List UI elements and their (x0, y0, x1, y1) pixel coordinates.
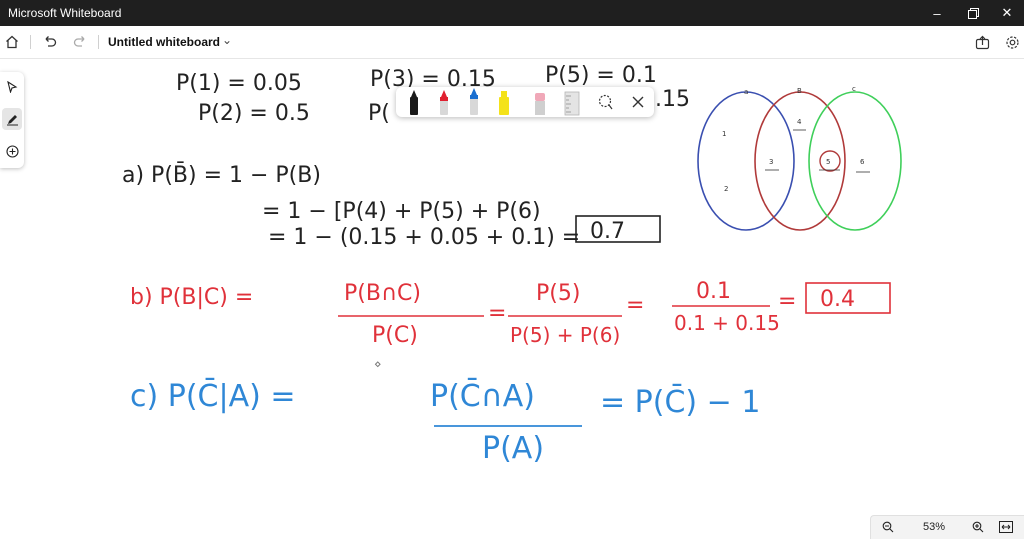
settings-icon[interactable] (1000, 30, 1024, 54)
venn-set-a (697, 91, 795, 231)
part-b-answer: 0.4 (820, 287, 855, 312)
toolbar-divider (98, 35, 99, 49)
part-a-line2: = 1 − [P(4) + P(5) + P(6) (262, 199, 541, 224)
part-c-rhs: = P(C̄) − 1 (600, 384, 760, 420)
title-bar: Microsoft Whiteboard – ✕ (0, 0, 1024, 26)
zoom-out-icon[interactable] (877, 518, 899, 536)
venn-label-c: c (852, 85, 856, 93)
minimize-icon[interactable]: – (920, 0, 954, 26)
venn-label-a: a (744, 88, 748, 96)
part-c-lhs: c) P(C̄|A) = (130, 378, 295, 414)
add-icon[interactable] (2, 140, 22, 162)
home-icon[interactable] (0, 30, 24, 54)
app-toolbar: Untitled whiteboard ⌄ (0, 26, 1024, 59)
chevron-down-icon[interactable]: ⌄ (222, 33, 232, 47)
part-b-lhs: b) P(B|C) = (130, 285, 253, 310)
venn-region-1: 1 (722, 130, 726, 138)
part-c-frac-num: P(C̄∩A) (430, 378, 535, 414)
restore-icon[interactable] (956, 0, 990, 26)
part-b-frac2-num: P(5) (536, 281, 580, 306)
given-p6: .15 (655, 87, 690, 112)
undo-icon[interactable] (38, 30, 62, 54)
share-icon[interactable] (970, 30, 994, 54)
redo-icon[interactable] (68, 30, 92, 54)
black-pen-icon[interactable] (400, 87, 428, 117)
venn-region-2: 2 (724, 185, 728, 193)
ruler-icon[interactable] (558, 87, 586, 117)
app-title: Microsoft Whiteboard (8, 6, 122, 20)
venn-label-b: B (797, 87, 802, 95)
close-icon[interactable]: ✕ (990, 0, 1024, 26)
venn-diagram: a B c 1 2 3 4 5 6 (697, 85, 902, 231)
given-p4: P( (368, 101, 390, 126)
ink-layer: P(1) = 0.05 P(2) = 0.5 P(3) = 0.15 P( P(… (122, 63, 902, 466)
part-c-frac-den: P(A) (482, 431, 544, 466)
zoom-level: 53% (922, 521, 946, 533)
part-b-frac1-den: P(C) (372, 323, 418, 348)
left-tool-rail (0, 72, 24, 168)
fit-to-screen-icon[interactable] (995, 518, 1017, 536)
cursor-marker: ⋄ (374, 357, 382, 371)
part-b-frac3-num: 0.1 (696, 279, 731, 304)
part-b-eq2: = (626, 293, 644, 318)
zoom-controls: 53% (870, 515, 1024, 539)
select-icon[interactable] (2, 76, 22, 98)
part-b-eq1: = (488, 301, 506, 326)
eraser-icon[interactable] (526, 87, 554, 117)
inking-icon[interactable] (2, 108, 22, 130)
blue-pen-icon[interactable] (460, 87, 488, 117)
part-a-answer: 0.7 (590, 219, 625, 244)
part-a-line3: = 1 − (0.15 + 0.05 + 0.1) = (268, 225, 580, 250)
venn-region-5: 5 (826, 158, 830, 166)
red-pen-icon[interactable] (430, 87, 458, 117)
toolbar-divider (30, 35, 31, 49)
whiteboard-canvas[interactable]: P(1) = 0.05 P(2) = 0.5 P(3) = 0.15 P( P(… (0, 58, 1024, 538)
venn-set-c (808, 91, 902, 231)
part-a-line1: a) P(B̄) = 1 − P(B) (122, 162, 321, 188)
venn-region-4: 4 (797, 118, 802, 126)
given-p2: P(2) = 0.5 (198, 101, 310, 126)
venn-region-6: 6 (860, 158, 865, 166)
board-title[interactable]: Untitled whiteboard (108, 35, 220, 49)
part-b-frac3-den: 0.1 + 0.15 (674, 311, 780, 335)
lasso-select-icon[interactable] (592, 87, 620, 117)
part-b-eq3: = (778, 289, 796, 314)
yellow-highlighter-icon[interactable] (490, 87, 518, 117)
venn-region-3: 3 (769, 158, 773, 166)
close-tray-icon[interactable] (624, 87, 652, 117)
given-p1: P(1) = 0.05 (176, 71, 302, 96)
part-b-frac2-den: P(5) + P(6) (510, 323, 620, 347)
zoom-in-icon[interactable] (967, 518, 989, 536)
ink-tray (396, 87, 654, 117)
part-b-frac1-num: P(B∩C) (344, 281, 421, 306)
given-p5: P(5) = 0.1 (545, 63, 657, 88)
